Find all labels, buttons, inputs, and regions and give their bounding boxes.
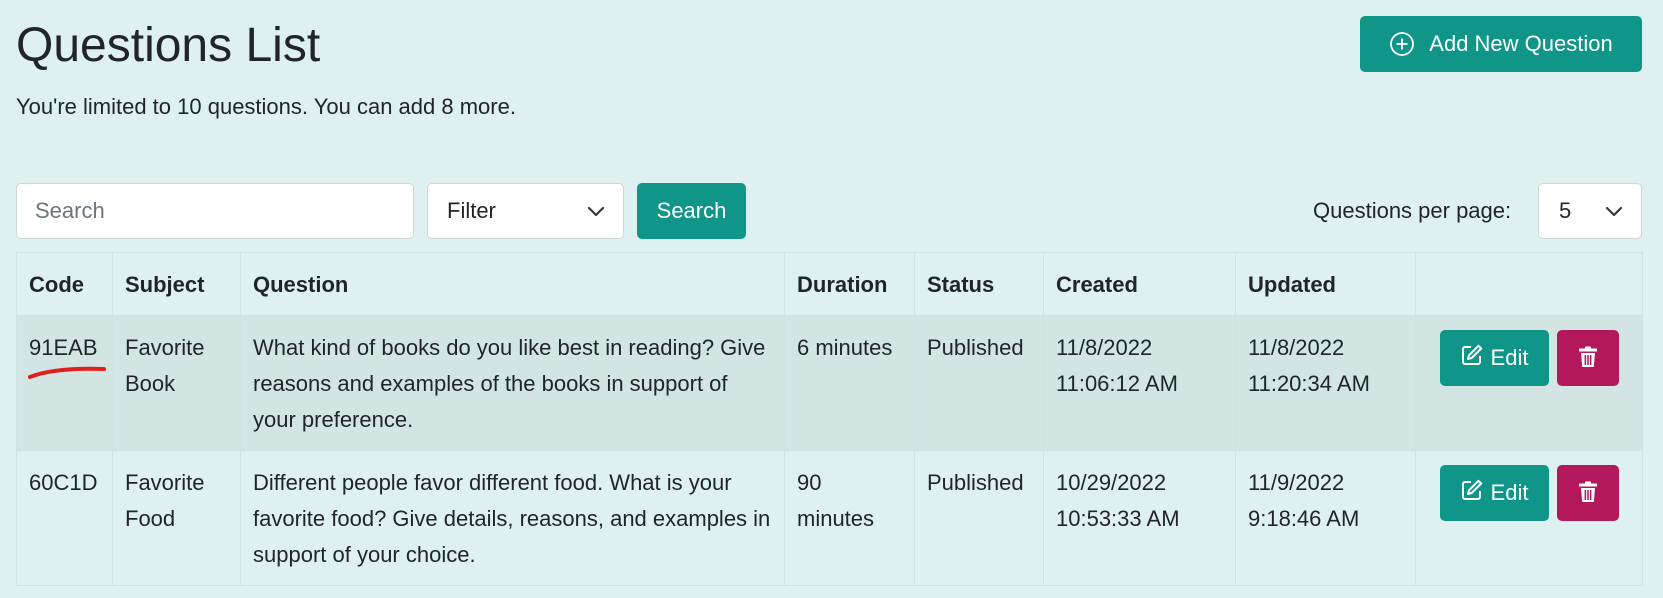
cell-question: Different people favor different food. W… — [240, 450, 785, 586]
trash-icon — [1578, 346, 1598, 371]
add-new-question-label: Add New Question — [1429, 31, 1613, 56]
cell-status: Published — [914, 315, 1044, 451]
updated-date: 11/9/2022 — [1248, 470, 1345, 495]
cell-duration: 90 minutes — [784, 450, 915, 586]
per-page-label: Questions per page: — [1313, 198, 1512, 223]
cell-created: 10/29/2022 10:53:33 AM — [1043, 450, 1236, 586]
column-header-created: Created — [1043, 252, 1236, 316]
row-actions: Edit — [1440, 465, 1630, 521]
per-page-value: 5 — [1559, 198, 1572, 223]
questions-table: Code Subject Question Duration Status Cr… — [16, 252, 1643, 586]
edit-icon — [1461, 479, 1483, 507]
edit-label: Edit — [1490, 345, 1529, 370]
trash-icon — [1578, 481, 1598, 506]
cell-updated: 11/8/2022 11:20:34 AM — [1235, 315, 1416, 451]
search-button[interactable]: Search — [637, 183, 746, 239]
cell-status: Published — [914, 450, 1044, 586]
delete-button[interactable] — [1557, 465, 1619, 521]
edit-button[interactable]: Edit — [1440, 465, 1549, 521]
cell-updated: 11/9/2022 9:18:46 AM — [1235, 450, 1416, 586]
filter-select[interactable]: Filter — [427, 183, 624, 239]
updated-date: 11/8/2022 — [1248, 335, 1345, 360]
cell-duration: 6 minutes — [784, 315, 915, 451]
cell-code: 91EAB — [16, 315, 113, 451]
cell-code: 60C1D — [16, 450, 113, 586]
column-header-status: Status — [914, 252, 1044, 316]
chevron-down-icon — [1605, 198, 1623, 224]
cell-question: What kind of books do you like best in r… — [240, 315, 785, 451]
column-header-code: Code — [16, 252, 113, 316]
filter-select-value: Filter — [447, 198, 496, 223]
cell-created: 11/8/2022 11:06:12 AM — [1043, 315, 1236, 451]
cell-actions: Edit — [1415, 450, 1643, 586]
column-header-subject: Subject — [112, 252, 241, 316]
column-header-updated: Updated — [1235, 252, 1416, 316]
created-date: 10/29/2022 — [1056, 470, 1167, 495]
cell-actions: Edit — [1415, 315, 1643, 451]
created-time: 10:53:33 AM — [1056, 506, 1180, 531]
row-actions: Edit — [1440, 330, 1630, 386]
add-new-question-button[interactable]: Add New Question — [1360, 16, 1642, 72]
updated-time: 11:20:34 AM — [1248, 371, 1370, 396]
cell-subject: Favorite Food — [112, 450, 241, 586]
column-header-question: Question — [240, 252, 785, 316]
edit-icon — [1461, 344, 1483, 372]
table-row: 91EAB Favorite Book What kind of books d… — [16, 315, 1643, 451]
page-title: Questions List — [16, 19, 321, 72]
edit-label: Edit — [1490, 480, 1529, 505]
search-input[interactable] — [16, 183, 414, 239]
chevron-down-icon — [587, 198, 605, 224]
created-date: 11/8/2022 — [1056, 335, 1153, 360]
question-limit-text: You're limited to 10 questions. You can … — [16, 94, 516, 119]
column-header-duration: Duration — [784, 252, 915, 316]
column-header-actions — [1415, 252, 1643, 316]
updated-time: 9:18:46 AM — [1248, 506, 1360, 531]
created-time: 11:06:12 AM — [1056, 371, 1178, 396]
table-header-row: Code Subject Question Duration Status Cr… — [16, 252, 1643, 316]
plus-circle-icon — [1389, 31, 1415, 57]
edit-button[interactable]: Edit — [1440, 330, 1549, 386]
cell-subject: Favorite Book — [112, 315, 241, 451]
table-row: 60C1D Favorite Food Different people fav… — [16, 450, 1643, 586]
per-page-select[interactable]: 5 — [1538, 183, 1642, 239]
delete-button[interactable] — [1557, 330, 1619, 386]
